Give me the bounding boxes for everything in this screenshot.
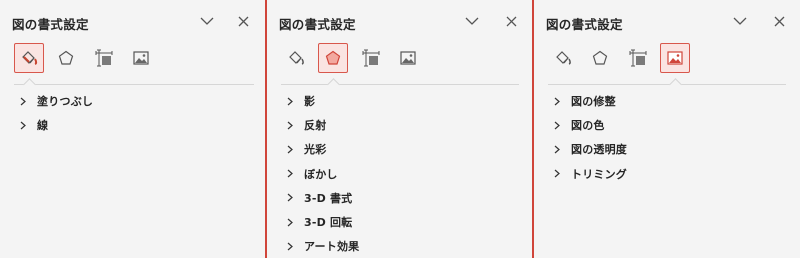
chevron-down-icon [200,17,214,25]
section-label: ぼかし [304,167,338,181]
section-label: トリミング [571,167,627,181]
tab-effects[interactable] [585,43,615,73]
paint-bucket-icon [289,51,304,65]
section-label: 線 [37,119,49,133]
chevron-right-icon [287,192,299,204]
pane-options-button[interactable] [463,12,481,30]
section-label: 反射 [304,119,327,133]
section-picture-transparency[interactable]: 図の透明度 [554,137,627,161]
section-list: 図の修整 図の色 図の透明度 トリミング [554,89,627,186]
chevron-down-icon [733,17,747,25]
pane-title: 図の書式設定 [12,17,89,32]
section-label: 図の修整 [571,95,616,109]
tab-fill-line[interactable] [548,43,578,73]
separator [281,84,519,85]
separator [14,84,254,85]
close-icon [506,16,516,26]
section-label: 3-D 回転 [304,216,353,230]
paint-bucket-icon [556,51,571,65]
section-label: 光彩 [304,143,327,157]
section-3d-format[interactable]: 3-D 書式 [287,186,359,210]
pentagon-icon [325,50,341,65]
format-picture-pane-effects: 図の書式設定 影 反射 光彩 ぼかし 3-D 書式 3-D 回転 アート効果 [267,0,532,258]
chevron-right-icon [20,95,32,107]
section-label: 影 [304,95,316,109]
section-label: 塗りつぶし [37,95,94,109]
size-properties-icon [95,49,113,67]
active-tab-pointer [669,78,682,91]
chevron-right-icon [554,168,566,180]
tab-size-properties[interactable] [89,43,119,73]
section-3d-rotation[interactable]: 3-D 回転 [287,210,359,234]
chevron-right-icon [287,168,299,180]
pane-options-button[interactable] [198,12,216,30]
paint-bucket-icon [22,51,38,65]
close-button[interactable] [234,12,252,30]
section-picture-corrections[interactable]: 図の修整 [554,89,627,113]
section-shadow[interactable]: 影 [287,89,359,113]
tab-picture[interactable] [126,43,156,73]
chevron-right-icon [287,119,299,131]
tab-size-properties[interactable] [356,43,386,73]
close-button[interactable] [770,12,788,30]
section-picture-color[interactable]: 図の色 [554,113,627,137]
section-label: 3-D 書式 [304,191,353,205]
picture-icon [133,51,149,65]
chevron-right-icon [287,240,299,252]
tab-fill-line[interactable] [14,43,44,73]
pane-title: 図の書式設定 [279,17,356,32]
chevron-right-icon [287,143,299,155]
section-soft-edges[interactable]: ぼかし [287,162,359,186]
tab-fill-line[interactable] [281,43,311,73]
tab-picture[interactable] [393,43,423,73]
close-button[interactable] [502,12,520,30]
tab-effects[interactable] [318,43,348,73]
section-reflection[interactable]: 反射 [287,113,359,137]
size-properties-icon [362,49,380,67]
separator [548,84,786,85]
section-artistic-effects[interactable]: アート効果 [287,234,359,258]
close-icon [774,16,784,26]
section-label: 図の色 [571,119,605,133]
pane-options-button[interactable] [731,12,749,30]
chevron-right-icon [287,95,299,107]
close-icon [238,16,248,26]
section-line[interactable]: 線 [20,113,93,137]
tab-effects[interactable] [51,43,81,73]
section-list: 影 反射 光彩 ぼかし 3-D 書式 3-D 回転 アート効果 [287,89,359,258]
picture-icon [400,51,416,65]
tab-picture[interactable] [660,43,690,73]
section-label: アート効果 [304,240,360,254]
tab-size-properties[interactable] [623,43,653,73]
chevron-down-icon [465,17,479,25]
chevron-right-icon [554,95,566,107]
picture-icon [667,51,683,65]
section-label: 図の透明度 [571,143,627,157]
format-picture-pane-fill: 図の書式設定 塗りつぶし 線 [0,0,266,258]
pentagon-icon [58,50,74,65]
pane-title: 図の書式設定 [546,17,623,32]
chevron-right-icon [20,119,32,131]
size-properties-icon [629,49,647,67]
chevron-right-icon [554,143,566,155]
chevron-right-icon [287,216,299,228]
section-crop[interactable]: トリミング [554,162,627,186]
section-glow[interactable]: 光彩 [287,137,359,161]
section-list: 塗りつぶし 線 [20,89,93,137]
chevron-right-icon [554,119,566,131]
pentagon-icon [592,50,608,65]
format-picture-pane-picture: 図の書式設定 図の修整 図の色 図の透明度 トリミング [534,0,800,258]
section-fill[interactable]: 塗りつぶし [20,89,93,113]
